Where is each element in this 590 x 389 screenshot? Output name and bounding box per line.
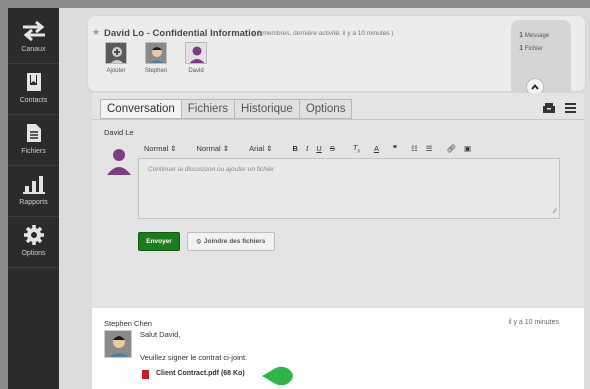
style-select[interactable]: Normal ⇕ [144, 144, 177, 153]
text-color-icon[interactable]: A [374, 144, 379, 153]
sidebar-item-fichiers[interactable]: Fichiers [8, 116, 59, 166]
sidebar-item-options[interactable]: Options [8, 218, 59, 268]
message-item: Stephen Chen il y a 10 minutes Salut Dav… [92, 308, 584, 389]
channel-stats: 1 Message 1 Fichier [511, 20, 571, 98]
paperclip-icon: ⦸ [196, 237, 201, 245]
member-stephen[interactable]: Stephen [140, 42, 172, 74]
conversation-panel: Conversation Fichiers Historique Options… [92, 93, 584, 307]
tab-options[interactable]: Options [299, 99, 353, 119]
tab-historique[interactable]: Historique [235, 99, 300, 119]
channel-header: ★ David Lo - Confidential Information ( … [87, 15, 586, 98]
avatar [145, 42, 167, 64]
member-david[interactable]: David [180, 42, 212, 74]
sidebar-item-rapports[interactable]: Rapports [8, 167, 59, 217]
sidebar-item-label: Fichiers [21, 148, 46, 155]
document-icon [8, 122, 59, 144]
add-member-button[interactable]: Ajouter [100, 42, 132, 74]
sidebar: Canaux Contacts Fichiers Rapports Option… [8, 8, 59, 389]
sidebar-item-label: Options [21, 250, 46, 257]
pdf-file-icon [142, 370, 149, 379]
message-text: Veuillez signer le contrat ci-joint. [140, 353, 248, 362]
message-text: Salut David, [140, 330, 181, 339]
sidebar-item-label: Canaux [21, 46, 46, 53]
sidebar-item-label: Rapports [19, 199, 48, 206]
address-book-icon [8, 71, 59, 93]
file-count: 1 Fichier [519, 43, 543, 52]
menu-icon[interactable] [565, 103, 576, 116]
size-select[interactable]: Normal ⇕ [197, 144, 230, 153]
avatar [104, 330, 132, 358]
italic-icon[interactable]: I [306, 144, 309, 153]
tab-bar: Conversation Fichiers Historique Options [100, 99, 353, 119]
avatar [104, 145, 134, 175]
channel-title: David Lo - Confidential Information [104, 28, 263, 39]
bold-icon[interactable]: B [292, 144, 297, 153]
bar-chart-icon [8, 173, 59, 195]
star-icon[interactable]: ★ [92, 27, 100, 38]
member-name: Ajouter [106, 68, 126, 74]
font-select[interactable]: Arial ⇕ [249, 144, 272, 153]
tab-fichiers[interactable]: Fichiers [181, 99, 236, 119]
clear-format-icon[interactable]: Tx [353, 143, 360, 155]
channel-subtitle: ( 2 membres, dernière activité: il y a 1… [253, 30, 394, 37]
tab-conversation[interactable]: Conversation [100, 99, 182, 119]
swap-arrows-icon [8, 20, 59, 42]
member-name: David [188, 68, 204, 74]
card-actions [543, 103, 576, 116]
divider [92, 119, 584, 120]
pointer-arrow-icon [262, 366, 293, 386]
avatar [185, 42, 207, 64]
link-icon[interactable]: 🔗︎ [446, 144, 456, 153]
add-member-avatar [105, 42, 127, 64]
quote-icon[interactable]: ❞ [393, 144, 397, 153]
sidebar-item-contacts[interactable]: Contacts [8, 65, 59, 115]
editor-placeholder: Continuer la discussion ou ajouter un fi… [148, 166, 275, 173]
sidebar-item-label: Contacts [19, 97, 48, 104]
editor-toolbar: Normal ⇕ Normal ⇕ Arial ⇕ B I U S Tx A ❞… [144, 143, 479, 155]
composer-author: David Le [104, 128, 134, 137]
attach-files-label: Joindre des fichiers [203, 238, 266, 245]
underline-icon[interactable]: U [316, 144, 321, 153]
message-count: 1 Message [519, 30, 550, 39]
ordered-list-icon[interactable]: ☷ [411, 144, 418, 153]
resize-handle-icon[interactable]: ⁄⁄ [554, 209, 556, 215]
image-icon[interactable]: ▣ [464, 144, 471, 153]
message-editor[interactable]: Continuer la discussion ou ajouter un fi… [138, 158, 560, 219]
bullet-list-icon[interactable]: ☰ [426, 144, 433, 153]
attach-files-button[interactable]: ⦸ Joindre des fichiers [187, 232, 275, 251]
archive-icon[interactable] [543, 103, 555, 116]
sidebar-item-canaux[interactable]: Canaux [8, 14, 59, 64]
send-button[interactable]: Envoyer [138, 232, 180, 251]
member-name: Stephen [144, 68, 168, 74]
message-author: Stephen Chen [104, 319, 152, 328]
attachment-link[interactable]: Client Contract.pdf (68 Ko) [156, 370, 245, 377]
message-time: il y a 10 minutes [508, 319, 559, 326]
gear-icon [8, 224, 59, 246]
strikethrough-icon[interactable]: S [330, 144, 335, 153]
